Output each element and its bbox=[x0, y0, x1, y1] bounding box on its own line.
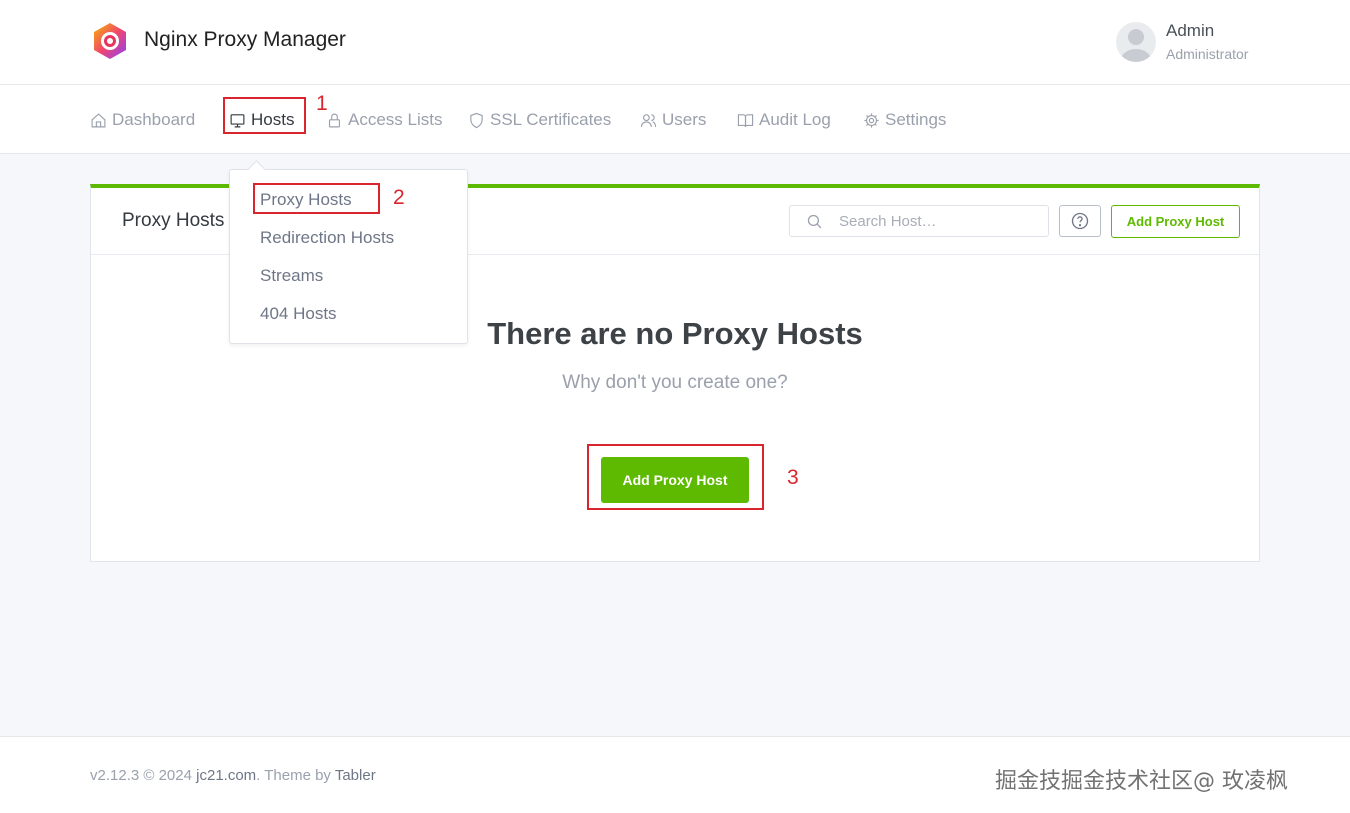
nav-audit-log[interactable]: Audit Log bbox=[737, 107, 831, 133]
empty-state-subtitle: Why don't you create one? bbox=[562, 372, 788, 393]
dropdown-item-404-hosts[interactable]: 404 Hosts bbox=[260, 304, 337, 324]
app-header: Nginx Proxy Manager Admin Administrator bbox=[0, 0, 1350, 85]
footer-link-jc21[interactable]: jc21.com bbox=[196, 767, 256, 784]
help-button[interactable] bbox=[1059, 205, 1101, 237]
app-title: Nginx Proxy Manager bbox=[144, 28, 346, 51]
nav-dashboard-label: Dashboard bbox=[112, 110, 196, 129]
nav-users-label: Users bbox=[662, 110, 707, 129]
search-input[interactable] bbox=[839, 212, 1039, 230]
main-nav: Dashboard Hosts Access Lists SSL Certifi… bbox=[0, 85, 1350, 154]
footer-text: v2.12.3 © 2024 jc21.com. Theme by Tabler bbox=[90, 767, 376, 784]
user-role: Administrator bbox=[1166, 46, 1249, 62]
nav-audit-log-label: Audit Log bbox=[759, 110, 831, 129]
dropdown-item-streams[interactable]: Streams bbox=[260, 266, 323, 286]
users-icon bbox=[640, 113, 657, 127]
nav-ssl-certificates[interactable]: SSL Certificates bbox=[468, 107, 611, 133]
footer-theme-text: . Theme by bbox=[256, 767, 335, 784]
annotation-step-1: 1 bbox=[316, 92, 328, 115]
nav-settings[interactable]: Settings bbox=[863, 107, 946, 133]
shield-icon bbox=[470, 112, 483, 128]
search-box bbox=[789, 205, 1049, 237]
watermark: 掘金技掘金技术社区@ 玫凌枫 bbox=[995, 769, 1288, 794]
nav-access-lists-label: Access Lists bbox=[348, 110, 443, 129]
page-footer: v2.12.3 © 2024 jc21.com. Theme by Tabler… bbox=[0, 736, 1350, 813]
nav-settings-label: Settings bbox=[885, 110, 947, 129]
annotation-step-2: 2 bbox=[393, 186, 405, 209]
search-icon bbox=[807, 214, 822, 228]
avatar[interactable] bbox=[1116, 22, 1156, 62]
home-icon bbox=[91, 112, 106, 127]
app-logo-icon[interactable] bbox=[92, 22, 128, 60]
footer-version: v2.12.3 © 2024 bbox=[90, 767, 197, 784]
annotation-box-hosts bbox=[223, 97, 306, 134]
footer-link-tabler[interactable]: Tabler bbox=[335, 767, 376, 784]
help-icon bbox=[1071, 212, 1089, 230]
annotation-box-proxy-hosts bbox=[253, 183, 380, 214]
nav-ssl-label: SSL Certificates bbox=[490, 110, 612, 129]
annotation-box-add-button bbox=[587, 444, 764, 510]
gear-icon bbox=[864, 112, 879, 128]
nav-dashboard[interactable]: Dashboard bbox=[90, 107, 195, 133]
lock-icon bbox=[328, 113, 341, 127]
nav-users[interactable]: Users bbox=[640, 107, 706, 133]
card-title: Proxy Hosts bbox=[122, 210, 225, 231]
add-proxy-host-header-button[interactable]: Add Proxy Host bbox=[1111, 205, 1240, 238]
book-icon bbox=[737, 113, 754, 127]
annotation-step-3: 3 bbox=[787, 466, 799, 489]
user-name[interactable]: Admin bbox=[1166, 21, 1214, 41]
nav-access-lists[interactable]: Access Lists bbox=[326, 107, 442, 133]
dropdown-item-redirection-hosts[interactable]: Redirection Hosts bbox=[260, 228, 394, 248]
